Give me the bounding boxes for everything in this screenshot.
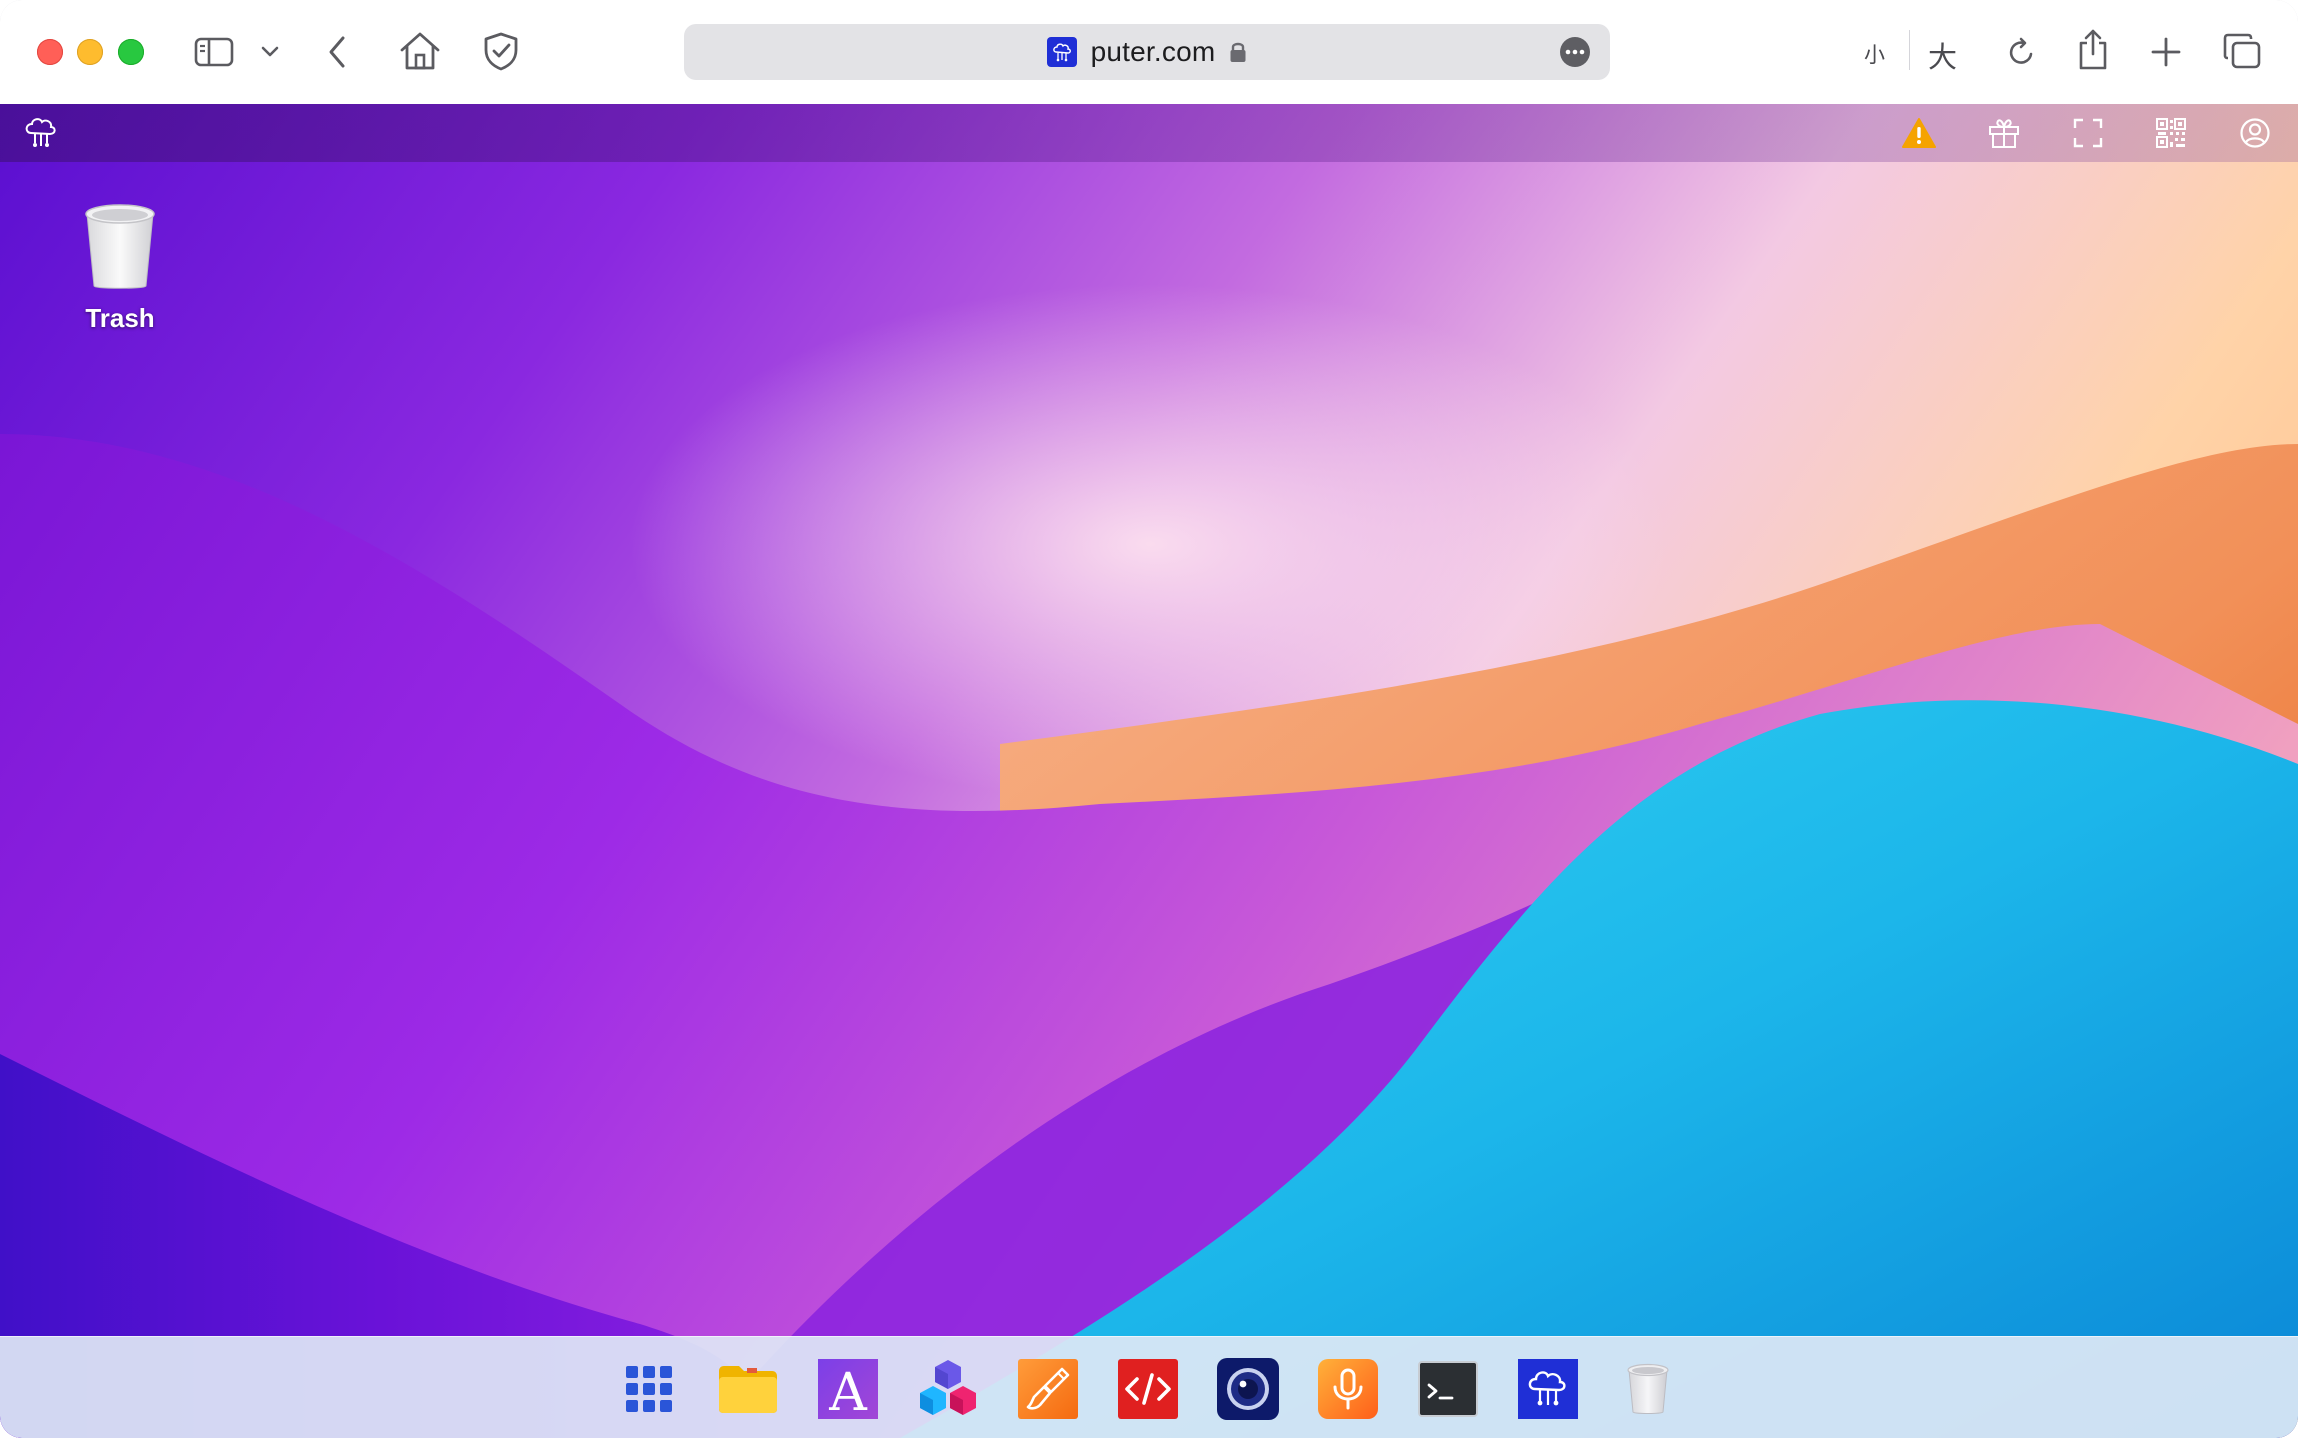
back-button[interactable] [322,32,352,72]
editor-a-icon: A [818,1359,878,1419]
lock-icon [1230,42,1246,62]
gift-icon[interactable] [1985,114,2023,152]
taskbar-editor-app[interactable]: A [817,1358,879,1420]
page-menu-button[interactable] [1560,37,1590,67]
taskbar-files-app[interactable] [717,1358,779,1420]
fullscreen-icon[interactable] [2069,114,2107,152]
tabs-overview-icon [2223,33,2261,69]
window-maximize-button[interactable] [118,39,144,65]
trash-icon [1627,1363,1669,1414]
camera-icon [1217,1358,1279,1420]
qr-code-icon[interactable] [2152,114,2190,152]
blocks-cubes-icon [920,1360,976,1415]
puter-desktop[interactable]: Trash [0,104,2298,1438]
puter-logo-icon[interactable] [22,114,60,152]
browser-window: puter.com 小 大 Trash A [0,0,2298,1438]
taskbar: A [0,1336,2298,1438]
address-bar[interactable]: puter.com [684,24,1610,80]
reload-button[interactable] [2002,32,2042,72]
site-favicon-icon [1046,37,1077,67]
terminal-icon [1418,1361,1478,1417]
toolbar-separator [1909,30,1910,70]
chevron-down-icon [261,46,279,57]
text-size-small-button[interactable]: 小 [1864,39,1885,69]
privacy-shield-button[interactable] [480,30,522,72]
share-icon [2079,29,2107,70]
sidebar-icon [194,37,234,67]
taskbar-puter-app[interactable] [1517,1358,1579,1420]
taskbar-recorder-app[interactable] [1317,1358,1379,1420]
window-close-button[interactable] [37,39,63,65]
url-text: puter.com [1090,36,1216,67]
puter-logo-icon [1518,1359,1578,1419]
home-button[interactable] [398,30,442,72]
warning-icon[interactable] [1900,114,1938,152]
reload-icon [2009,37,2033,64]
taskbar-trash[interactable] [1617,1358,1679,1420]
desktop-trash-item[interactable]: Trash [62,200,178,334]
ellipsis-icon [1565,49,1585,55]
new-tab-button[interactable] [2146,32,2186,72]
chevron-left-icon [329,36,345,68]
sidebar-toggle-button[interactable] [192,34,236,70]
svg-text:A: A [828,1363,868,1419]
taskbar-app-launcher[interactable] [618,1358,680,1420]
taskbar-paint-app[interactable] [1017,1358,1079,1420]
browser-toolbar: puter.com 小 大 [0,0,2298,105]
tab-overview-button[interactable] [2220,30,2264,72]
code-editor-icon [1118,1359,1178,1419]
shield-check-icon [484,32,518,71]
app-launcher-grid-icon [626,1366,672,1412]
desktop-item-label: Trash [85,303,155,333]
taskbar-code-app[interactable] [1117,1358,1179,1420]
home-icon [400,32,440,70]
window-minimize-button[interactable] [77,39,103,65]
paint-brush-icon [1018,1359,1078,1419]
files-folder-icon [719,1366,777,1413]
puter-topbar [0,104,2298,162]
taskbar-terminal-app[interactable] [1417,1358,1479,1420]
share-button[interactable] [2074,26,2112,72]
trash-icon [85,204,155,289]
user-icon[interactable] [2236,114,2274,152]
taskbar-blocks-app[interactable] [917,1358,979,1420]
wallpaper-image [0,284,2298,1438]
recorder-mic-icon [1318,1359,1378,1419]
plus-icon [2151,37,2181,67]
text-size-large-button[interactable]: 大 [1928,34,1957,76]
taskbar-camera-app[interactable] [1217,1358,1279,1420]
sidebar-menu-chevron-button[interactable] [258,40,282,64]
